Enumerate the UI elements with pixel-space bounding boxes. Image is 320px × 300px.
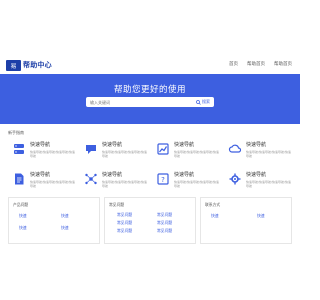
hero-banner: 帮助您更好的使用 搜索 — [0, 74, 300, 124]
document-icon — [12, 171, 26, 185]
server-icon — [12, 141, 26, 155]
chart-icon — [156, 141, 170, 155]
box-link[interactable]: 快速 — [19, 225, 27, 231]
product-questions-box: 产品问题 快速 快速 快速 快速 — [8, 197, 100, 244]
box-title: 常见问题 — [109, 202, 125, 207]
guide-card-title: 快速导航 — [246, 172, 267, 178]
guide-card[interactable]: 快速导航 快速导航/快速导航/快速导航/快速导航 — [82, 139, 148, 163]
guide-card-desc: 快速导航/快速导航/快速导航/快速导航 — [246, 150, 292, 158]
chat-icon — [84, 141, 98, 155]
guide-section-title: 新手指南 — [8, 130, 24, 135]
guide-card[interactable]: 快速导航 快速导航/快速导航/快速导航/快速导航 — [154, 139, 220, 163]
cloud-icon — [228, 141, 242, 155]
guide-card-title: 快速导航 — [174, 142, 195, 148]
box-link[interactable]: 常见问题 — [117, 212, 132, 218]
guide-card[interactable]: 快速导航 快速导航/快速导航/快速导航/快速导航 — [10, 139, 76, 163]
guide-card-title: 快速导航 — [30, 172, 51, 178]
guide-card-desc: 快速导航/快速导航/快速导航/快速导航 — [102, 150, 148, 158]
box-title: 产品问题 — [13, 202, 29, 207]
box-link[interactable]: 快速 — [211, 213, 219, 219]
box-link[interactable]: 快速 — [61, 213, 69, 219]
help-center-page: 易 帮助中心 首页 帮助首页 帮助首页 帮助您更好的使用 搜索 新手指南 快速导… — [0, 0, 300, 300]
guide-card-title: 快速导航 — [246, 142, 267, 148]
question-icon: ? — [156, 171, 170, 185]
guide-card[interactable]: ? 快速导航 快速导航/快速导航/快速导航/快速导航 — [154, 169, 220, 193]
hero-title: 帮助您更好的使用 — [113, 85, 186, 95]
nav-home[interactable]: 首页 — [229, 61, 238, 67]
guide-card-title: 快速导航 — [30, 142, 51, 148]
network-icon — [84, 171, 98, 185]
svg-text:?: ? — [161, 176, 165, 184]
logo-mark: 易 — [6, 59, 21, 71]
search-input[interactable] — [90, 98, 188, 106]
box-link[interactable]: 常见问题 — [157, 212, 172, 218]
box-title: 联系方式 — [205, 202, 221, 207]
nav-help-home[interactable]: 帮助首页 — [247, 61, 265, 67]
guide-card-desc: 快速导航/快速导航/快速导航/快速导航 — [30, 150, 76, 158]
search-button-label: 搜索 — [202, 99, 210, 104]
contact-box: 联系方式 快速 快速 — [200, 197, 292, 244]
search-button[interactable]: 搜索 — [196, 99, 210, 105]
box-link[interactable]: 常见问题 — [117, 220, 132, 226]
faq-box: 常见问题 常见问题 常见问题 常见问题 常见问题 常见问题 常见问题 — [104, 197, 196, 244]
search-icon — [196, 99, 201, 105]
guide-card-desc: 快速导航/快速导航/快速导航/快速导航 — [246, 180, 292, 188]
top-blank-area — [0, 0, 300, 40]
box-link[interactable]: 常见问题 — [117, 228, 132, 234]
search-box: 搜索 — [86, 97, 214, 107]
guide-card[interactable]: 快速导航 快速导航/快速导航/快速导航/快速导航 — [226, 139, 292, 163]
guide-card-desc: 快速导航/快速导航/快速导航/快速导航 — [174, 180, 220, 188]
guide-cards: 快速导航 快速导航/快速导航/快速导航/快速导航 快速导航 快速导航/快速导航/… — [8, 139, 292, 195]
guide-card[interactable]: 快速导航 快速导航/快速导航/快速导航/快速导航 — [226, 169, 292, 193]
top-nav: 首页 帮助首页 帮助首页 — [229, 61, 292, 67]
box-link[interactable]: 常见问题 — [157, 228, 172, 234]
logo[interactable]: 易 帮助中心 — [6, 59, 52, 71]
guide-card-desc: 快速导航/快速导航/快速导航/快速导航 — [30, 180, 76, 188]
guide-card[interactable]: 快速导航 快速导航/快速导航/快速导航/快速导航 — [10, 169, 76, 193]
box-link[interactable]: 快速 — [19, 213, 27, 219]
box-link[interactable]: 常见问题 — [157, 220, 172, 226]
box-link[interactable]: 快速 — [257, 213, 265, 219]
box-link[interactable]: 快速 — [61, 225, 69, 231]
info-boxes: 产品问题 快速 快速 快速 快速 常见问题 常见问题 常见问题 常见问题 常见问… — [8, 197, 292, 244]
guide-card-desc: 快速导航/快速导航/快速导航/快速导航 — [102, 180, 148, 188]
guide-card-desc: 快速导航/快速导航/快速导航/快速导航 — [174, 150, 220, 158]
settings-icon — [228, 171, 242, 185]
bottom-blank-area — [0, 256, 300, 300]
logo-text: 帮助中心 — [23, 61, 52, 69]
guide-card[interactable]: 快速导航 快速导航/快速导航/快速导航/快速导航 — [82, 169, 148, 193]
nav-help-home-2[interactable]: 帮助首页 — [274, 61, 292, 67]
guide-card-title: 快速导航 — [102, 172, 123, 178]
guide-card-title: 快速导航 — [102, 142, 123, 148]
guide-card-title: 快速导航 — [174, 172, 195, 178]
header: 易 帮助中心 首页 帮助首页 帮助首页 — [0, 56, 300, 74]
